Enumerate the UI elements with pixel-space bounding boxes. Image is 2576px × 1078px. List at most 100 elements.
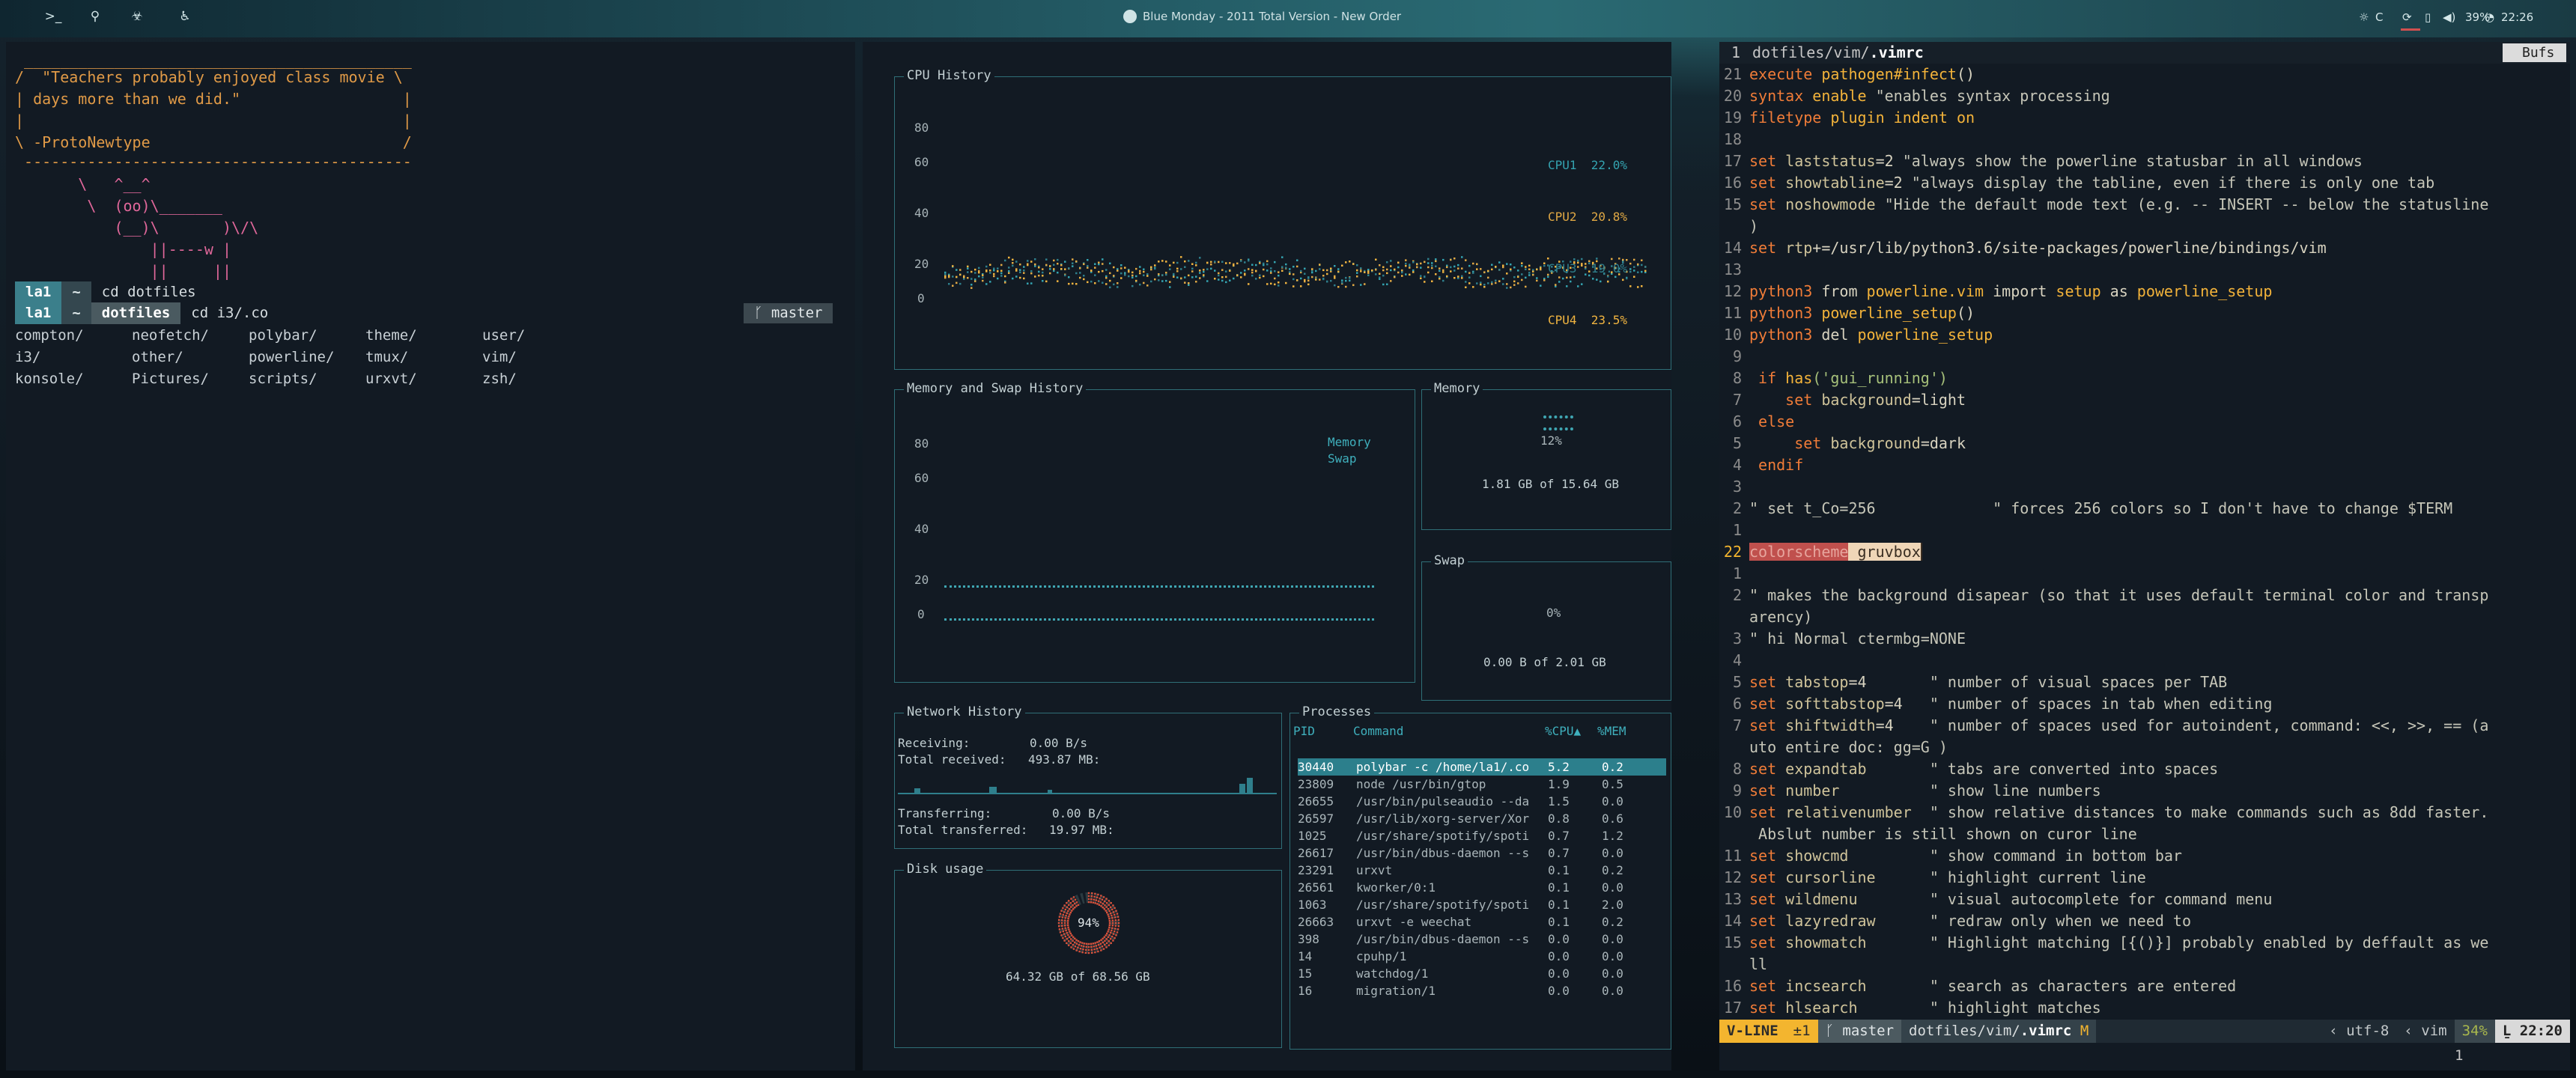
vim-line[interactable]: 21 execute pathogen#infect() xyxy=(1719,64,2570,85)
vim-line[interactable]: 17 set hlsearch " highlight matches xyxy=(1719,997,2570,1019)
vim-line[interactable]: 10 set relativenumber " show relative dis… xyxy=(1719,802,2570,823)
vim-line[interactable]: 3 xyxy=(1719,476,2570,498)
vim-line[interactable]: 12 set cursorline " highlight current lin… xyxy=(1719,867,2570,889)
vim-line[interactable]: 6 else xyxy=(1719,411,2570,433)
clipboard-icon[interactable]: ▯ xyxy=(2425,10,2431,24)
vim-line[interactable]: arency) xyxy=(1719,606,2570,628)
disk-usage-dot xyxy=(1062,937,1064,940)
disk-usage-dot xyxy=(1068,908,1071,910)
vim-line[interactable]: 5 set background=dark xyxy=(1719,433,2570,454)
cpu-history-point xyxy=(1075,272,1078,275)
process-row[interactable]: 26597/usr/lib/xorg-server/Xor 0.8 0.6 xyxy=(1298,810,1666,827)
cpu-history-point xyxy=(1042,280,1044,282)
col-mem[interactable]: %MEM xyxy=(1597,724,1626,738)
cpu-history-point xyxy=(1457,267,1459,270)
cpu-history-point xyxy=(1027,260,1029,262)
process-row[interactable]: 1025/usr/share/spotify/spoti 0.7 1.2 xyxy=(1298,827,1666,844)
vim-token xyxy=(1749,434,1794,452)
vim-line[interactable]: 7 set shiftwidth=4 " number of spaces use… xyxy=(1719,715,2570,737)
vim-commandline[interactable]: 1 xyxy=(2455,1045,2463,1067)
vim-line[interactable]: 5 set tabstop=4 " number of visual spaces… xyxy=(1719,672,2570,693)
vim-line[interactable]: 4 xyxy=(1719,650,2570,672)
vim-line[interactable]: 10 python3 del powerline_setup xyxy=(1719,324,2570,346)
vim-line[interactable]: 14 set lazyredraw " redraw only when we n… xyxy=(1719,910,2570,932)
vim-line[interactable]: 3 " hi Normal ctermbg=NONE xyxy=(1719,628,2570,650)
col-cpu[interactable]: %CPU▲ xyxy=(1545,724,1581,738)
vim-current-line[interactable]: 22 colorscheme gruvbox xyxy=(1719,541,2570,563)
prompt-line-active[interactable]: la1 ~ dotfiles cd i3/.co xyxy=(15,302,268,324)
ls-entry: neofetch/ xyxy=(132,327,209,344)
process-row[interactable]: 15 watchdog/1 0.0 0.0 xyxy=(1298,965,1666,982)
vim-line[interactable]: 11 python3 powerline_setup() xyxy=(1719,302,2570,324)
biohazard-icon[interactable]: ☣ xyxy=(126,9,148,28)
gtop-window[interactable]: CPU History 80 60 40 20 0 CPU1 22.0% CPU… xyxy=(863,42,1671,1071)
vim-line[interactable]: 7 set background=light xyxy=(1719,389,2570,411)
cpu-history-point xyxy=(1124,273,1126,276)
process-row[interactable]: 26617/usr/bin/dbus-daemon --s 0.7 0.0 xyxy=(1298,844,1666,862)
vim-line[interactable]: 14 set rtp+=/usr/lib/python3.6/site-packa… xyxy=(1719,237,2570,259)
process-row[interactable]: 398/usr/bin/dbus-daemon --s 0.0 0.0 xyxy=(1298,931,1666,948)
process-row[interactable]: 16 migration/1 0.0 0.0 xyxy=(1298,982,1666,999)
vim-line[interactable]: uto entire doc: gg=G ) xyxy=(1719,737,2570,758)
vim-line[interactable]: 13 xyxy=(1719,259,2570,281)
vim-line[interactable]: 8 set expandtab " tabs are converted into… xyxy=(1719,758,2570,780)
vim-line[interactable]: ll xyxy=(1719,954,2570,975)
process-row[interactable]: 26655/usr/bin/pulseaudio --da 1.5 0.0 xyxy=(1298,793,1666,810)
vim-token: "always display the tabline, even if the… xyxy=(1911,174,2435,192)
process-command: urxvt -e weechat xyxy=(1356,915,1472,929)
accessibility-icon[interactable]: ♿ xyxy=(174,9,196,28)
vim-line[interactable]: 15 set noshowmode "Hide the default mode … xyxy=(1719,194,2570,216)
vim-line[interactable]: 4 endif xyxy=(1719,454,2570,476)
vim-line[interactable]: 9 xyxy=(1719,346,2570,368)
col-pid[interactable]: PID xyxy=(1293,724,1315,738)
vim-line-number: 15 xyxy=(1723,934,1742,951)
process-row[interactable]: 26663 urxvt -e weechat 0.1 0.2 xyxy=(1298,913,1666,931)
process-row[interactable]: 30440 polybar -c /home/la1/.co 5.2 0.2 xyxy=(1298,758,1666,776)
cpu-history-point xyxy=(1094,282,1096,284)
bufs-button[interactable]: Bufs xyxy=(2503,43,2567,62)
vim-tab[interactable]: dotfiles/vim/.vimrc xyxy=(1752,42,1924,64)
refresh-icon[interactable]: ⟳ xyxy=(2402,10,2412,24)
vim-line[interactable]: 1 xyxy=(1719,563,2570,585)
cpu-history-point xyxy=(1109,286,1111,289)
vim-line[interactable]: Abslut number is still shown on curor li… xyxy=(1719,823,2570,845)
col-command[interactable]: Command xyxy=(1353,724,1403,738)
vim-line[interactable]: 17 set laststatus=2 "always show the powe… xyxy=(1719,150,2570,172)
cpu-history-point xyxy=(1510,286,1512,289)
vim-line[interactable]: 15 set showmatch " Highlight matching [{(… xyxy=(1719,932,2570,954)
vim-line[interactable]: 2 " set t_Co=256 " forces 256 colors so I… xyxy=(1719,498,2570,520)
vim-line[interactable]: 9 set number " show line numbers xyxy=(1719,780,2570,802)
vim-line[interactable]: 20 syntax enable "enables syntax processi… xyxy=(1719,85,2570,107)
vim-buffer[interactable]: 21 execute pathogen#infect() 20 syntax enab… xyxy=(1719,64,2570,1020)
now-playing[interactable]: Blue Monday - 2011 Total Version - New O… xyxy=(1123,10,1401,23)
cpu-history-point xyxy=(1281,270,1284,272)
vim-line[interactable]: 1 xyxy=(1719,520,2570,541)
vim-line[interactable]: 6 set softtabstop=4 " number of spaces in… xyxy=(1719,693,2570,715)
process-row[interactable]: 23809 node /usr/bin/gtop 1.9 0.5 xyxy=(1298,776,1666,793)
process-row[interactable]: 26561 kworker/0:1 0.1 0.0 xyxy=(1298,879,1666,896)
vim-line[interactable]: 2 " makes the background disapear (so tha… xyxy=(1719,585,2570,606)
vim-window[interactable]: 1 dotfiles/vim/.vimrc Bufs 21 execute pat… xyxy=(1719,42,2570,1071)
vim-line[interactable]: 16 set showtabline=2 "always display the … xyxy=(1719,172,2570,194)
process-row[interactable]: 23291 urxvt 0.1 0.2 xyxy=(1298,862,1666,879)
pin-icon[interactable]: ⚲ xyxy=(84,9,106,28)
cpu-history-point xyxy=(1349,277,1351,279)
vim-selection-count: ±1 xyxy=(1785,1020,1818,1043)
process-row[interactable]: 1063/usr/share/spotify/spoti 0.1 2.0 xyxy=(1298,896,1666,913)
disk-usage-dot xyxy=(1074,945,1077,948)
vim-line[interactable]: 8 if has('gui_running') xyxy=(1719,368,2570,389)
memory-title: Memory xyxy=(1431,381,1483,396)
vim-line[interactable]: 19 filetype plugin indent on xyxy=(1719,107,2570,129)
disk-usage-dot xyxy=(1074,941,1076,944)
volume-icon[interactable]: ◀) xyxy=(2443,10,2455,24)
vim-line[interactable]: 18 xyxy=(1719,129,2570,150)
vim-line[interactable]: 11 set showcmd " show command in bottom b… xyxy=(1719,845,2570,867)
vim-line[interactable]: ) xyxy=(1719,216,2570,237)
vim-line[interactable]: 12 python3 from powerline.vim import setu… xyxy=(1719,281,2570,302)
vim-line[interactable]: 16 set incsearch " search as characters a… xyxy=(1719,975,2570,997)
cpu-history-point xyxy=(1644,266,1647,268)
terminal-icon[interactable]: >_ xyxy=(42,9,64,28)
process-row[interactable]: 14 cpuhp/1 0.0 0.0 xyxy=(1298,948,1666,965)
terminal-window[interactable]: ________________________________________… xyxy=(6,42,855,1071)
vim-line[interactable]: 13 set wildmenu " visual autocomplete for… xyxy=(1719,889,2570,910)
